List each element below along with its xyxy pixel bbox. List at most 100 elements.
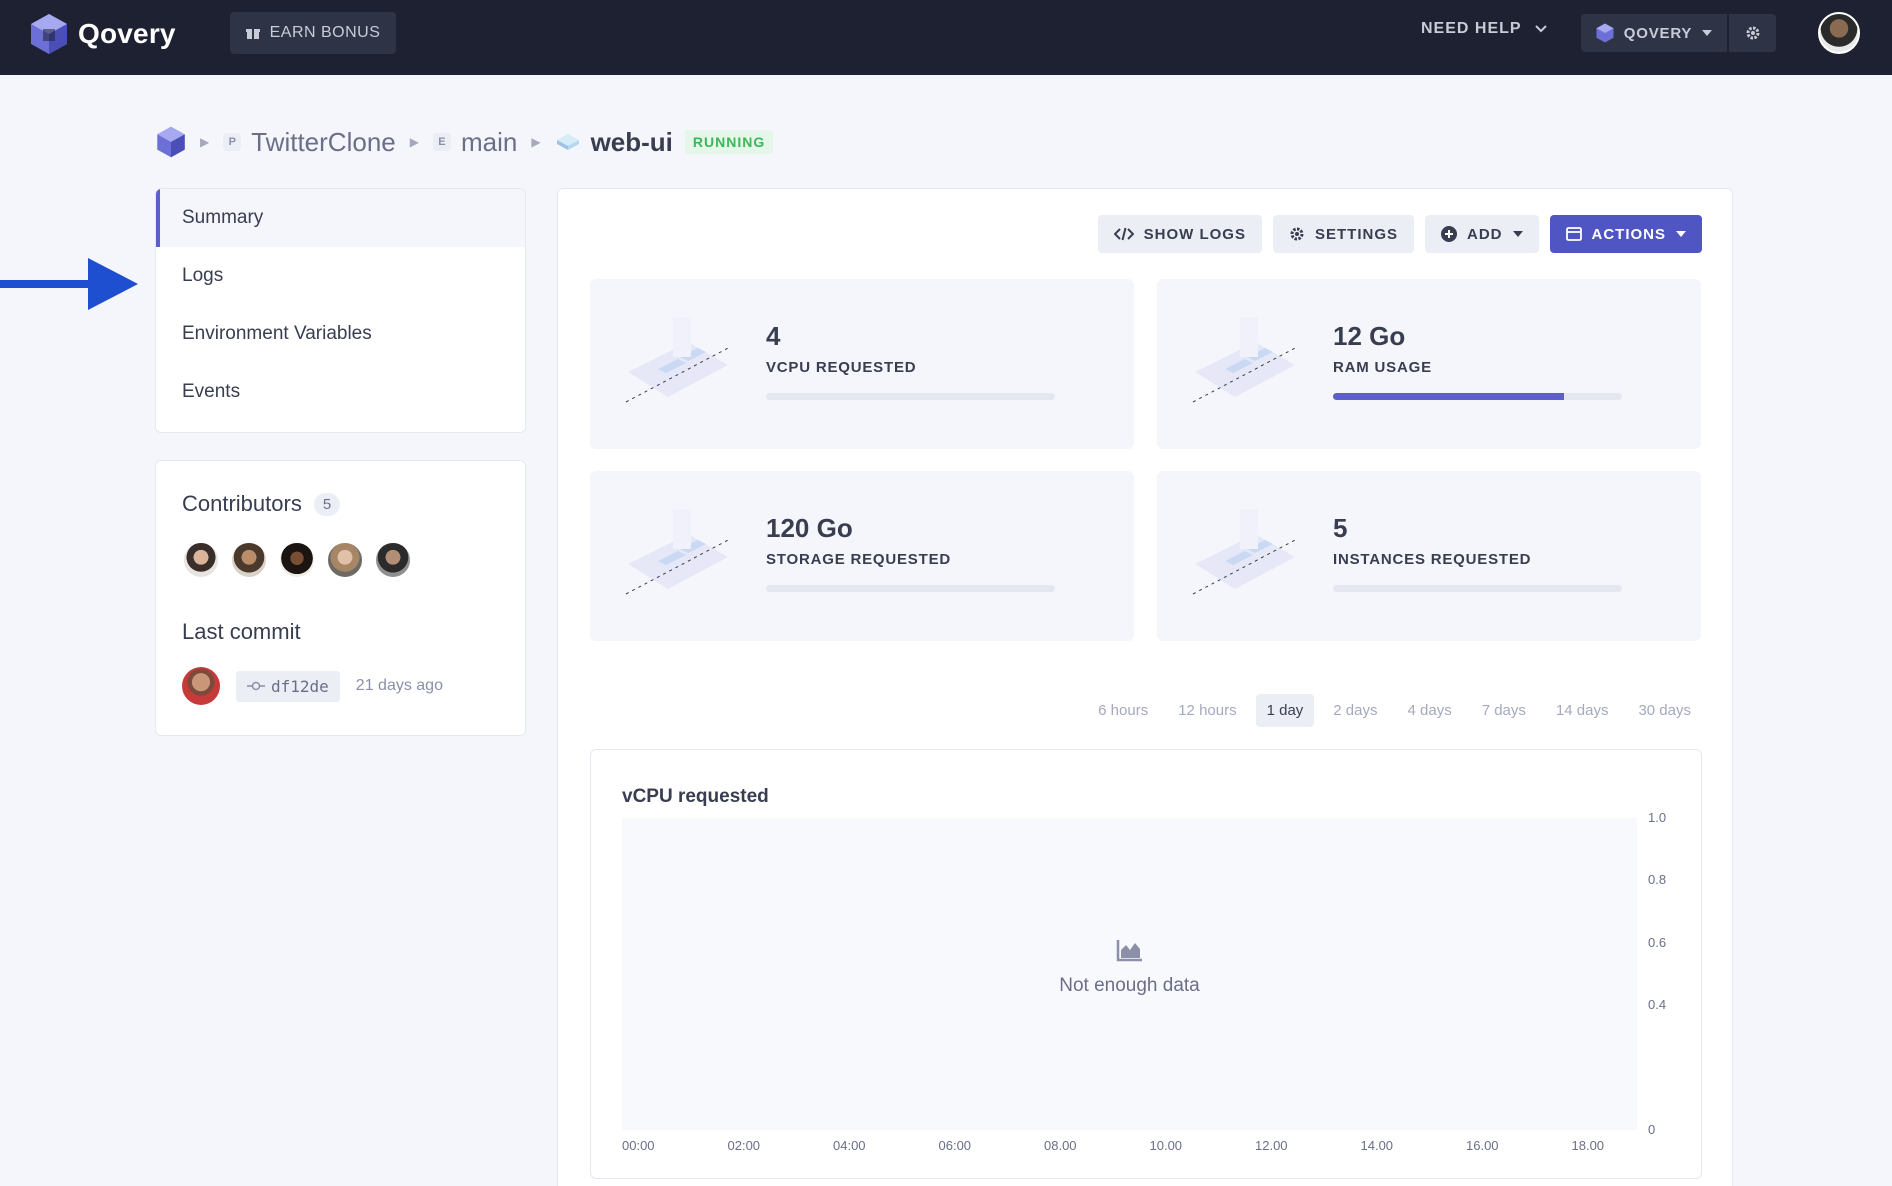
stat-value: 5 xyxy=(1333,513,1348,543)
user-avatar[interactable] xyxy=(1818,12,1860,54)
x-tick-label: 10.00 xyxy=(1149,1138,1183,1153)
y-tick-label: 0.6 xyxy=(1648,934,1667,950)
breadcrumb-separator-icon: ▶ xyxy=(531,135,541,149)
nav-item-summary[interactable]: Summary xyxy=(156,189,525,247)
show-logs-button[interactable]: SHOW LOGS xyxy=(1097,215,1262,253)
stat-card-storage: 120 Go STORAGE REQUESTED xyxy=(590,471,1134,641)
pointer-arrow-icon xyxy=(0,258,138,310)
stat-label: VCPU REQUESTED xyxy=(766,359,917,376)
commit-hash[interactable]: df12de xyxy=(236,670,340,702)
x-tick-label: 08.00 xyxy=(1044,1138,1077,1153)
status-badge: RUNNING xyxy=(684,130,774,154)
commit-time: 21 days ago xyxy=(355,677,443,694)
action-toolbar: SHOW LOGS SETTINGS ADD ACTIONS xyxy=(1097,215,1702,253)
area-chart-icon xyxy=(1116,940,1142,962)
stat-card-vcpu: 4 VCPU REQUESTED xyxy=(590,279,1134,449)
stat-card-instances: 5 INSTANCES REQUESTED xyxy=(1157,471,1701,641)
organization-logo-icon[interactable] xyxy=(156,126,186,158)
stat-progress-bar xyxy=(1333,585,1622,592)
breadcrumb-project[interactable]: TwitterClone xyxy=(251,127,396,158)
organization-name: QOVERY xyxy=(1623,24,1693,42)
breadcrumb-separator-icon: ▶ xyxy=(200,135,210,149)
time-range-option[interactable]: 7 days xyxy=(1471,694,1537,727)
main-panel: SHOW LOGS SETTINGS ADD ACTIONS 4 VCPU RE… xyxy=(557,188,1733,1186)
plus-circle-icon xyxy=(1441,226,1457,242)
organization-logo-icon xyxy=(1596,23,1614,43)
commit-hash-value: df12de xyxy=(271,676,329,696)
server-illustration-icon xyxy=(625,317,731,403)
avatar[interactable] xyxy=(326,541,364,579)
organization-settings-button[interactable] xyxy=(1729,14,1776,52)
time-range-selector: 6 hours 12 hours 1 day 2 days 4 days 7 days 14… xyxy=(1079,694,1702,727)
need-help-dropdown[interactable]: NEED HELP xyxy=(1421,20,1548,38)
nav-item-logs[interactable]: Logs xyxy=(156,247,525,305)
empty-state-message: Not enough data xyxy=(1059,975,1200,996)
add-label: ADD xyxy=(1467,225,1503,243)
add-dropdown-button[interactable]: ADD xyxy=(1425,215,1539,253)
commit-icon xyxy=(247,681,265,691)
x-tick-label: 04:00 xyxy=(833,1138,866,1153)
stat-value: 4 xyxy=(766,321,781,351)
time-range-option[interactable]: 6 hours xyxy=(1087,694,1159,727)
avatar[interactable] xyxy=(374,541,412,579)
earn-bonus-label: EARN BONUS xyxy=(269,24,381,41)
stat-label: STORAGE REQUESTED xyxy=(766,551,952,568)
top-bar: Qovery EARN BONUS NEED HELP QOVERY xyxy=(0,0,1892,75)
stat-progress-bar xyxy=(1333,393,1622,400)
avatar[interactable] xyxy=(182,541,220,579)
vcpu-chart-card: vCPU requested Not enough data 1.0 0.8 0.6… xyxy=(590,749,1702,1179)
server-illustration-icon xyxy=(1192,509,1298,595)
organization-selector[interactable]: QOVERY xyxy=(1581,14,1727,52)
time-range-option[interactable]: 1 day xyxy=(1255,694,1315,727)
avatar[interactable] xyxy=(278,541,316,579)
stat-label: RAM USAGE xyxy=(1333,359,1432,376)
avatar[interactable] xyxy=(182,667,220,705)
contributors-card: Contributors 5 Last commit df12de 21 day… xyxy=(155,460,526,736)
gear-icon xyxy=(1746,26,1759,40)
last-commit-row: df12de 21 days ago xyxy=(182,667,443,705)
last-commit-title: Last commit xyxy=(182,619,301,644)
time-range-option[interactable]: 30 days xyxy=(1627,694,1702,727)
y-tick-label: 1.0 xyxy=(1648,810,1667,825)
time-range-option[interactable]: 14 days xyxy=(1545,694,1620,727)
stat-value: 120 Go xyxy=(766,513,853,543)
gift-icon xyxy=(245,29,260,39)
breadcrumb-environment[interactable]: main xyxy=(461,127,517,158)
stat-card-ram: 12 Go RAM USAGE xyxy=(1157,279,1701,449)
code-icon xyxy=(1113,227,1134,241)
time-range-option[interactable]: 4 days xyxy=(1397,694,1463,727)
chart-plot-area: Not enough data xyxy=(622,818,1637,1130)
breadcrumb-application[interactable]: web-ui xyxy=(591,127,673,158)
stat-value: 12 Go xyxy=(1333,321,1406,351)
x-tick-label: 02:00 xyxy=(727,1138,761,1153)
settings-button[interactable]: SETTINGS xyxy=(1272,215,1414,253)
contributors-heading: Contributors 5 xyxy=(182,491,341,517)
caret-down-icon xyxy=(1676,231,1686,237)
y-tick-label: 0.8 xyxy=(1648,872,1667,888)
gear-icon xyxy=(1290,227,1304,241)
stat-progress-fill xyxy=(1333,393,1565,400)
project-tag: P xyxy=(223,133,242,151)
x-tick-label: 00:00 xyxy=(622,1138,655,1153)
time-range-option[interactable]: 2 days xyxy=(1322,694,1388,727)
breadcrumb: ▶ P TwitterClone ▶ E main ▶ web-ui RUNNI… xyxy=(156,124,774,160)
actions-dropdown-button[interactable]: ACTIONS xyxy=(1549,215,1702,253)
x-tick-label: 14.00 xyxy=(1360,1138,1394,1153)
contributors-count: 5 xyxy=(313,492,341,516)
x-tick-label: 12.00 xyxy=(1255,1138,1288,1153)
settings-label: SETTINGS xyxy=(1314,225,1398,243)
time-range-option[interactable]: 12 hours xyxy=(1167,694,1247,727)
show-logs-label: SHOW LOGS xyxy=(1143,225,1246,243)
need-help-label: NEED HELP xyxy=(1421,20,1522,37)
caret-down-icon xyxy=(1512,231,1523,237)
y-tick-label: 0.4 xyxy=(1648,997,1667,1013)
contributors-title: Contributors xyxy=(182,491,302,516)
nav-item-events[interactable]: Events xyxy=(156,363,525,421)
avatar[interactable] xyxy=(230,541,268,579)
stat-progress-bar xyxy=(766,585,1055,592)
chevron-down-icon xyxy=(1534,25,1547,33)
brand-logo[interactable]: Qovery xyxy=(30,13,176,55)
x-tick-label: 18.00 xyxy=(1571,1138,1605,1153)
nav-item-environment-variables[interactable]: Environment Variables xyxy=(156,305,525,363)
earn-bonus-button[interactable]: EARN BONUS xyxy=(230,12,396,54)
